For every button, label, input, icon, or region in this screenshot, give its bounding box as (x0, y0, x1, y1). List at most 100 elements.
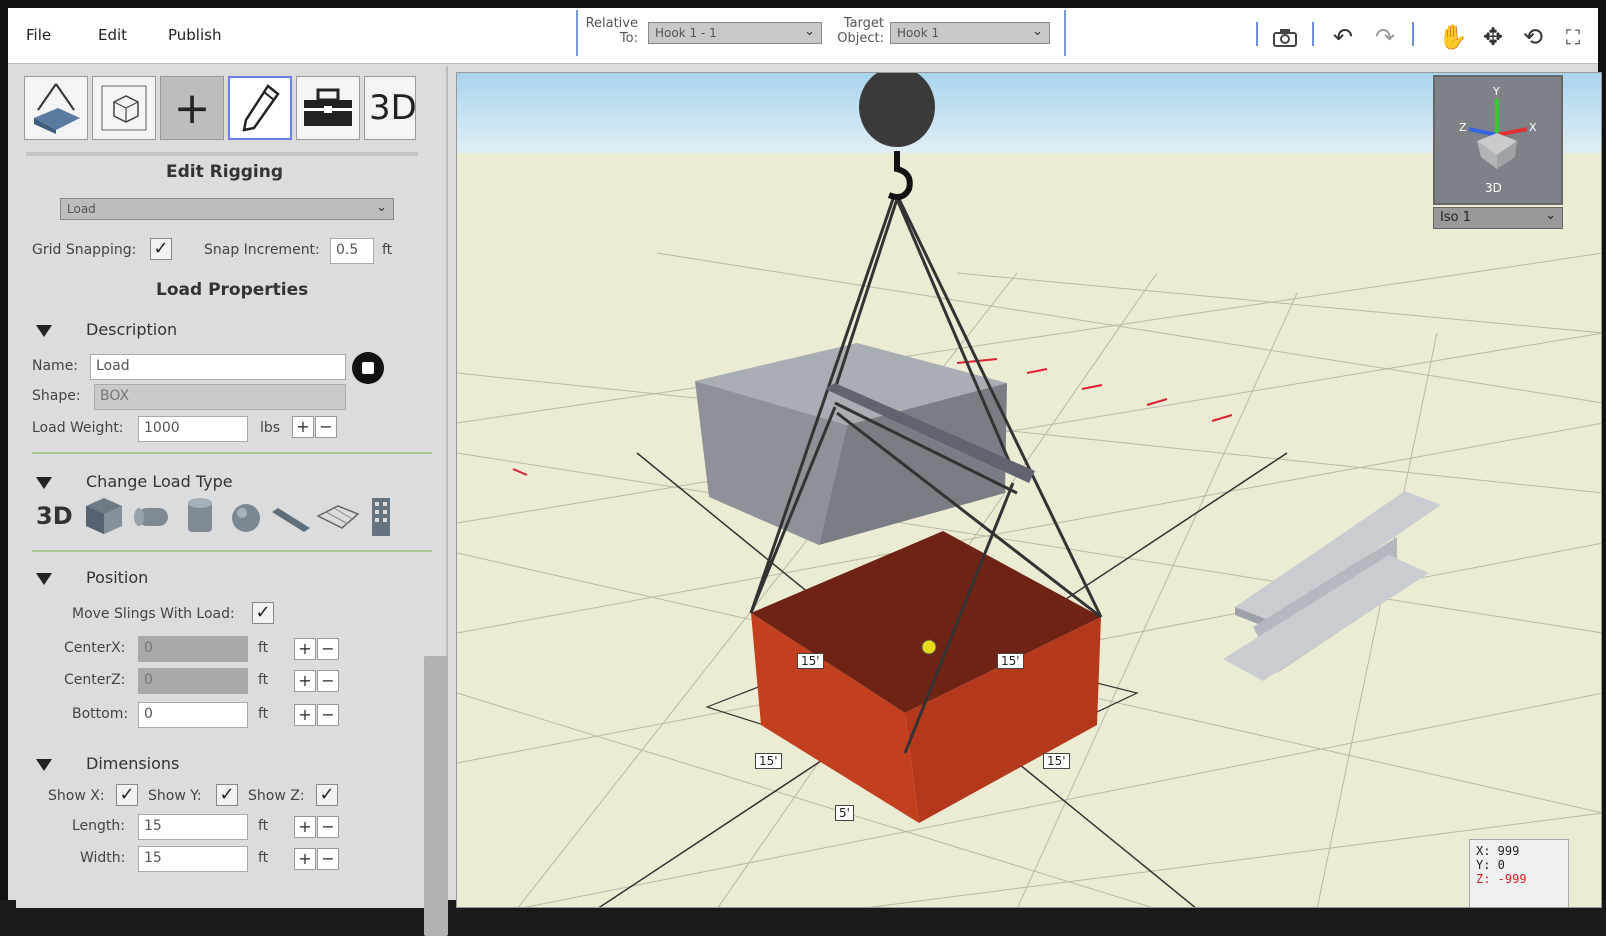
rigging-tool-button[interactable] (24, 76, 88, 140)
sky (457, 73, 1601, 165)
menu-file[interactable]: File (26, 26, 51, 44)
coordinate-readout: X: 999 Y: 0 Z: -999 (1469, 839, 1569, 907)
shape-label: Shape: (32, 388, 81, 404)
rigging-icon (34, 83, 80, 134)
dimension-label: 15' (797, 653, 824, 669)
panel-title: Edit Rigging (166, 162, 284, 182)
centerx-stepper[interactable]: + − (294, 638, 340, 660)
3d-tool-button[interactable]: 3D (364, 76, 416, 140)
coord-y: Y: 0 (1476, 858, 1505, 872)
color-swatch-icon (362, 362, 374, 374)
description-section-toggle[interactable]: Description (36, 320, 177, 339)
color-picker-button[interactable] (352, 352, 384, 384)
dimension-label: 15' (997, 653, 1024, 669)
length-stepper[interactable]: + − (294, 816, 340, 838)
show-z-checkbox[interactable]: ✓ (316, 784, 338, 806)
plus-icon[interactable]: + (294, 704, 316, 726)
load-type-cylinder-horizontal-icon[interactable] (130, 494, 174, 538)
menu-edit[interactable]: Edit (98, 26, 127, 44)
edit-tool-button[interactable] (228, 76, 292, 140)
redo-icon[interactable]: ↷ (1368, 20, 1402, 54)
width-stepper[interactable]: + − (294, 848, 340, 870)
add-tool-button[interactable]: + (160, 76, 224, 140)
dimensions-title: Dimensions (86, 754, 180, 773)
load-type-beam-icon[interactable] (268, 494, 312, 538)
grid-snapping-checkbox[interactable]: ✓ (150, 238, 172, 260)
divider (32, 550, 432, 552)
undo-icon[interactable]: ↶ (1326, 20, 1360, 54)
minus-icon[interactable]: − (315, 416, 337, 438)
toolbox-icon (304, 88, 352, 126)
load-type-building-icon[interactable] (366, 494, 396, 538)
load-type-custom-mesh-icon[interactable] (314, 494, 362, 538)
move-slings-checkbox[interactable]: ✓ (252, 602, 274, 624)
load-weight-input[interactable]: 1000 (138, 416, 248, 442)
center-marker[interactable] (921, 639, 937, 655)
nav-cube-label: 3D (1485, 181, 1502, 195)
snap-increment-input[interactable]: 0.5 (330, 238, 374, 264)
move-icon[interactable]: ✥ (1476, 20, 1510, 54)
3d-viewport[interactable]: 15' 15' 15' 15' 5' Y X Z 3D Iso 1 ⌄ X: 9… (456, 72, 1602, 908)
bottom-stepper[interactable]: + − (294, 704, 340, 726)
width-input[interactable]: 15 (138, 846, 248, 872)
load-type-cylinder-vertical-icon[interactable] (178, 494, 222, 538)
fullscreen-icon[interactable]: ⛶ (1556, 20, 1590, 54)
plus-icon[interactable]: + (292, 416, 314, 438)
width-unit: ft (258, 850, 269, 866)
svg-text:X: X (1529, 121, 1537, 134)
show-y-checkbox[interactable]: ✓ (216, 784, 238, 806)
minus-icon[interactable]: − (317, 848, 339, 870)
wireframe-tool-button[interactable] (92, 76, 156, 140)
bottom-label: Bottom: (72, 706, 129, 722)
relative-to-select[interactable]: Hook 1 - 1 ⌄ (648, 22, 822, 44)
minus-icon[interactable]: − (317, 670, 339, 692)
change-load-type-toggle[interactable]: Change Load Type (36, 472, 233, 491)
show-x-checkbox[interactable]: ✓ (116, 784, 138, 806)
load-type-box-icon[interactable] (82, 494, 126, 538)
centerx-unit: ft (258, 640, 269, 656)
load-type-3d-button[interactable]: 3D (36, 494, 73, 538)
camera-icon[interactable] (1268, 20, 1302, 54)
bottom-input[interactable]: 0 (138, 702, 248, 728)
weight-stepper[interactable]: + − (292, 416, 338, 438)
minus-icon[interactable]: − (317, 638, 339, 660)
target-object-select[interactable]: Hook 1 ⌄ (890, 22, 1050, 44)
svg-text:Z: Z (1459, 121, 1467, 134)
3d-label: 3D (369, 88, 416, 128)
centerz-unit: ft (258, 672, 269, 688)
position-title: Position (86, 568, 149, 587)
object-select[interactable]: Load ⌄ (60, 198, 394, 220)
centerx-label: CenterX: (64, 640, 126, 656)
dimensions-section-toggle[interactable]: Dimensions (36, 754, 179, 773)
plus-icon[interactable]: + (294, 670, 316, 692)
name-input[interactable]: Load (90, 354, 346, 380)
left-panel: + 3D Edit Rigging Load ⌄ Grid Snapping: … (16, 66, 448, 936)
grid-snapping-label: Grid Snapping: (32, 242, 137, 258)
chevron-down-icon: ⌄ (1032, 24, 1043, 39)
plus-icon[interactable]: + (294, 816, 316, 838)
centerz-stepper[interactable]: + − (294, 670, 340, 692)
plus-icon[interactable]: + (294, 638, 316, 660)
panel-scrollbar[interactable] (424, 656, 448, 936)
coord-z: Z: -999 (1476, 872, 1527, 886)
nav-cube[interactable]: Y X Z 3D (1433, 75, 1563, 205)
relative-target-group: Relative To: Hook 1 - 1 ⌄ Target Object:… (576, 10, 1066, 56)
dimension-label: 15' (755, 753, 782, 769)
relative-to-label: Relative To: (585, 16, 638, 46)
minus-icon[interactable]: − (317, 704, 339, 726)
position-section-toggle[interactable]: Position (36, 568, 148, 587)
length-input[interactable]: 15 (138, 814, 248, 840)
chevron-down-icon: ⌄ (804, 24, 815, 39)
hand-icon[interactable]: ✋ (1436, 20, 1470, 54)
view-select-value: Iso 1 (1440, 210, 1471, 225)
minus-icon[interactable]: − (317, 816, 339, 838)
centerz-input[interactable]: 0 (138, 668, 248, 694)
rotate-icon[interactable]: ⟲ (1516, 20, 1550, 54)
load-type-sphere-icon[interactable] (224, 494, 268, 538)
view-select[interactable]: Iso 1 ⌄ (1433, 207, 1563, 229)
plus-icon[interactable]: + (294, 848, 316, 870)
menu-publish[interactable]: Publish (168, 26, 221, 44)
centerx-input[interactable]: 0 (138, 636, 248, 662)
move-slings-label: Move Slings With Load: (72, 606, 235, 622)
toolbox-tool-button[interactable] (296, 76, 360, 140)
